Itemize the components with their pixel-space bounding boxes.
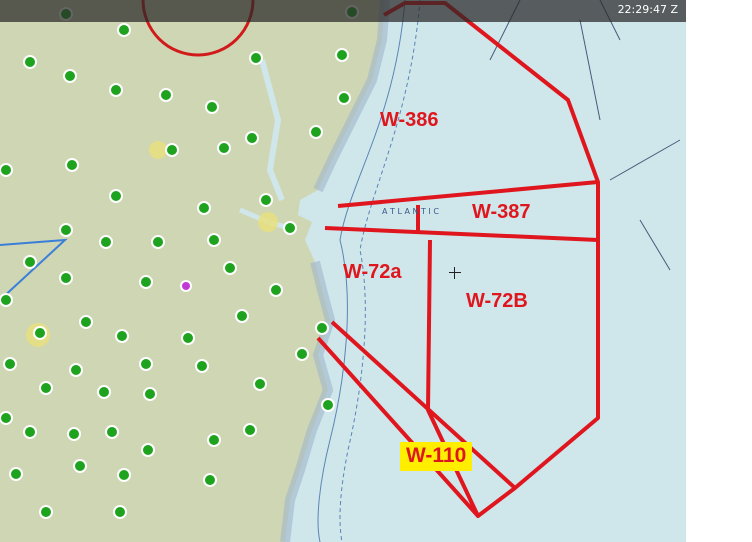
airport-icon[interactable]	[203, 473, 217, 487]
utc-clock: 22:29:47 Z	[617, 3, 678, 16]
airport-icon[interactable]	[105, 425, 119, 439]
airport-icon[interactable]	[195, 359, 209, 373]
airport-icon[interactable]	[39, 381, 53, 395]
warning-area-label-w387[interactable]: W-387	[472, 201, 531, 224]
airport-icon[interactable]	[99, 235, 113, 249]
airport-icon[interactable]	[0, 163, 13, 177]
airport-icon[interactable]	[67, 427, 81, 441]
airport-icon[interactable]	[0, 411, 13, 425]
airport-icon[interactable]	[69, 363, 83, 377]
airport-icon[interactable]	[283, 221, 297, 235]
airport-icon[interactable]	[139, 275, 153, 289]
airport-icon[interactable]	[269, 283, 283, 297]
airport-icon[interactable]	[159, 88, 173, 102]
airport-icon[interactable]	[0, 293, 13, 307]
airport-icon[interactable]	[259, 193, 273, 207]
airport-icon[interactable]	[197, 201, 211, 215]
airport-icon[interactable]	[73, 459, 87, 473]
city-area	[149, 141, 167, 159]
airport-icon[interactable]	[113, 505, 127, 519]
airport-icon[interactable]	[97, 385, 111, 399]
airport-icon[interactable]	[235, 309, 249, 323]
airport-icon[interactable]	[315, 321, 329, 335]
airport-icon[interactable]	[59, 271, 73, 285]
airport-icon[interactable]	[223, 261, 237, 275]
airport-icon[interactable]	[249, 51, 263, 65]
airport-icon[interactable]	[207, 233, 221, 247]
airport-icon[interactable]	[253, 377, 267, 391]
airport-icon[interactable]	[117, 468, 131, 482]
airport-icon[interactable]	[59, 223, 73, 237]
airport-icon[interactable]	[207, 433, 221, 447]
airport-icon[interactable]	[243, 423, 257, 437]
top-status-bar: 22:29:47 Z	[0, 0, 686, 22]
airport-icon[interactable]	[9, 467, 23, 481]
airport-icon[interactable]	[181, 331, 195, 345]
warning-area-label-w110[interactable]: W-110	[400, 442, 473, 471]
airport-icon[interactable]	[117, 23, 131, 37]
airport-icon[interactable]	[33, 326, 47, 340]
airport-icon[interactable]	[3, 357, 17, 371]
airport-icon[interactable]	[165, 143, 179, 157]
airport-icon[interactable]	[205, 100, 219, 114]
warning-area-label-w386[interactable]: W-386	[380, 109, 439, 132]
airport-icon[interactable]	[65, 158, 79, 172]
airport-icon[interactable]	[109, 83, 123, 97]
ocean-label: A T L A N T I C	[382, 207, 439, 216]
city-area	[258, 212, 278, 232]
airport-icon[interactable]	[309, 125, 323, 139]
airport-icon[interactable]	[23, 255, 37, 269]
airport-icon[interactable]	[217, 141, 231, 155]
airport-icon[interactable]	[109, 189, 123, 203]
airport-icon[interactable]	[139, 357, 153, 371]
airport-icon[interactable]	[115, 329, 129, 343]
airport-icon[interactable]	[335, 48, 349, 62]
airport-icon[interactable]	[23, 55, 37, 69]
crosshair-icon	[449, 267, 461, 279]
airport-icon[interactable]	[151, 235, 165, 249]
sectional-chart-map[interactable]: A T L A N T I C 22:29:47 Z W-386 W-387 W…	[0, 0, 686, 542]
airport-icon[interactable]	[143, 387, 157, 401]
airport-icon[interactable]	[23, 425, 37, 439]
warning-area-label-w72a[interactable]: W-72a	[343, 261, 402, 284]
airport-icon[interactable]	[337, 91, 351, 105]
airport-icon[interactable]	[245, 131, 259, 145]
airport-icon[interactable]	[295, 347, 309, 361]
warning-area-label-w72b[interactable]: W-72B	[466, 290, 528, 313]
airport-icon[interactable]	[63, 69, 77, 83]
airport-icon[interactable]	[79, 315, 93, 329]
airport-icon[interactable]	[39, 505, 53, 519]
airport-icon[interactable]	[321, 398, 335, 412]
airport-icon[interactable]	[180, 280, 192, 292]
airport-icon[interactable]	[141, 443, 155, 457]
